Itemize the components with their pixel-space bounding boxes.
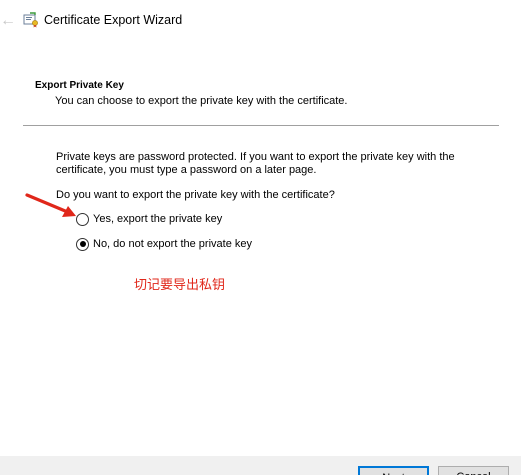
radio-label-yes[interactable]: Yes, export the private key (93, 213, 222, 225)
radio-button-checked[interactable] (76, 237, 89, 251)
description-text: Private keys are password protected. If … (56, 151, 455, 176)
page-heading: Export Private Key (35, 80, 124, 91)
back-arrow-icon[interactable]: ← (0, 10, 16, 32)
annotation-note: 切记要导出私钥 (134, 278, 226, 293)
radio-label-no[interactable]: No, do not export the private key (93, 238, 252, 250)
red-arrow-annotation-icon (25, 193, 76, 217)
certificate-icon (23, 12, 38, 28)
question-text: Do you want to export the private key wi… (56, 189, 335, 201)
radio-option-yes[interactable]: Yes, export the private key (76, 211, 222, 227)
window-title: Certificate Export Wizard (44, 13, 183, 27)
header-divider (23, 125, 499, 126)
cancel-button[interactable]: Cancel (438, 466, 509, 475)
title-bar: ← Certificate Export Wizard (0, 0, 521, 42)
page-subheading: You can choose to export the private key… (55, 95, 348, 107)
radio-option-no[interactable]: No, do not export the private key (76, 236, 252, 252)
next-button[interactable]: Next (358, 466, 429, 475)
certificate-export-wizard-window: ← Certificate Export Wizard Export Priva… (0, 0, 521, 475)
